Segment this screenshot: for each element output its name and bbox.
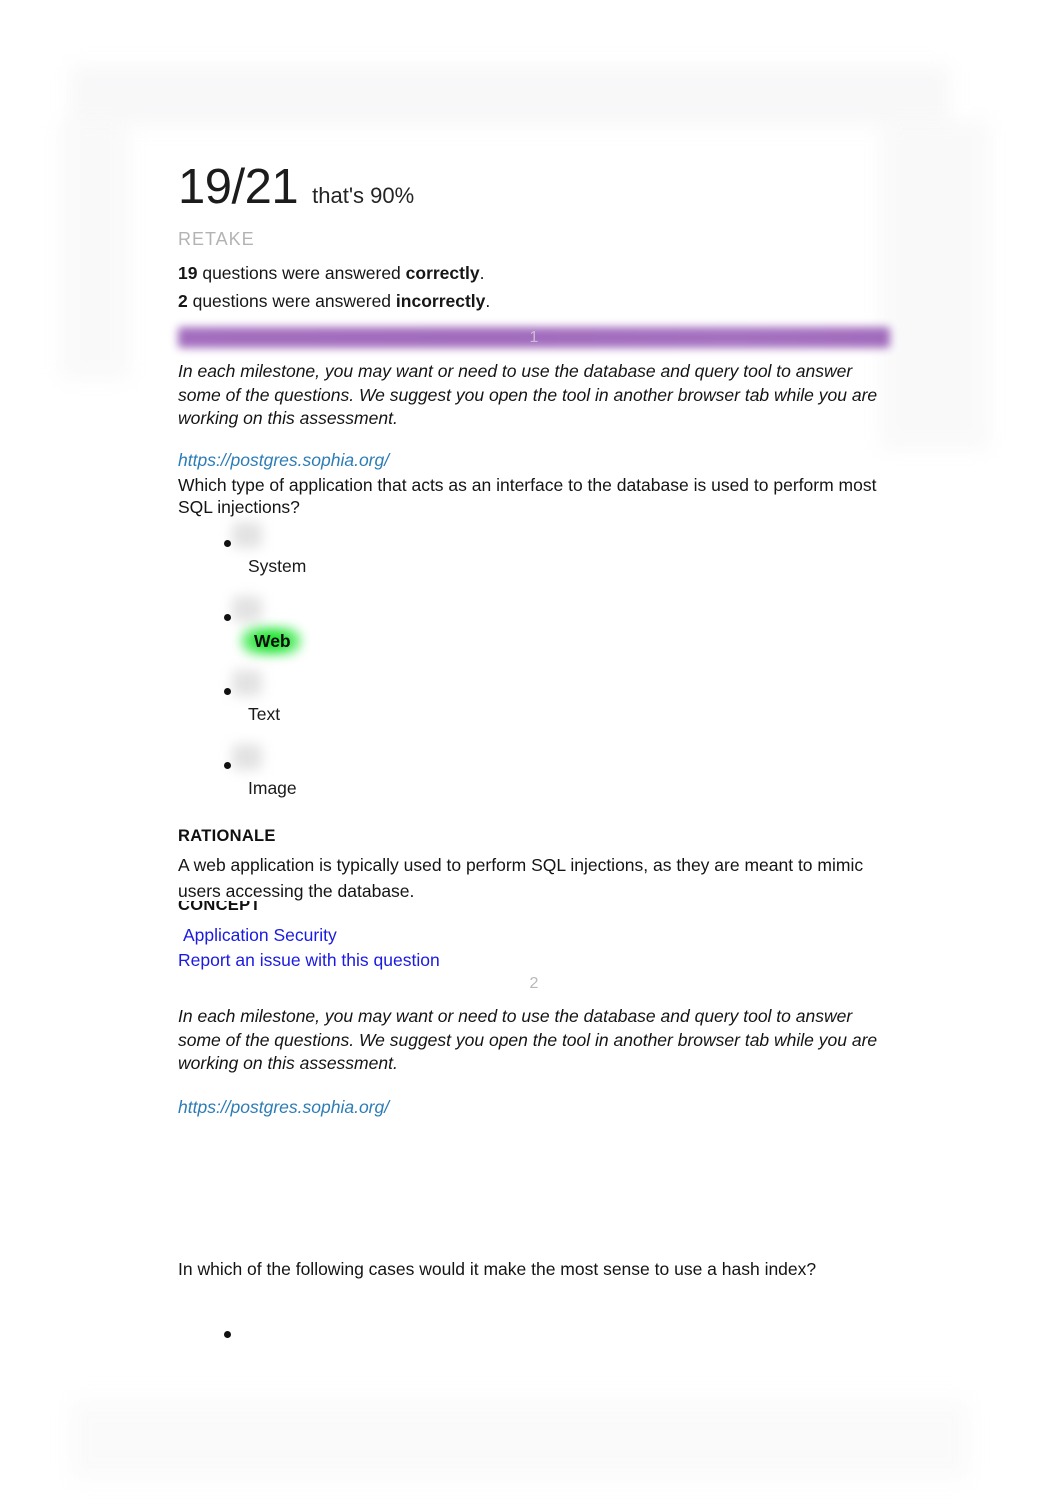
page-artifact-right	[880, 120, 990, 450]
option-label-correct: Web	[254, 631, 291, 651]
concept-link[interactable]: Application Security	[183, 925, 337, 946]
option-label: System	[248, 556, 307, 576]
question-1-banner: 1	[178, 324, 890, 352]
option-item[interactable]: Text	[178, 670, 878, 756]
question-1-postgres-link[interactable]: https://postgres.sophia.org/	[178, 450, 389, 471]
radio-button-icon[interactable]	[232, 670, 262, 696]
rationale-body: A web application is typically used to p…	[178, 855, 864, 901]
rationale-heading: RATIONALE	[178, 827, 276, 845]
correct-period: .	[479, 263, 485, 283]
option-item[interactable]: Web	[178, 596, 878, 682]
page-artifact-left	[60, 120, 130, 380]
question-1-prompt: Which type of application that acts as a…	[178, 475, 877, 517]
incorrect-count-text: questions were answered	[187, 291, 396, 311]
question-1-number: 1	[529, 329, 539, 346]
incorrect-count-value: 2	[178, 291, 188, 311]
bullet-icon	[224, 1331, 231, 1338]
correct-count-line: 19 questions were answered correctly.	[178, 263, 484, 284]
option-item[interactable]: System	[178, 522, 878, 608]
correct-count-value: 19	[178, 263, 198, 283]
radio-button-icon[interactable]	[232, 522, 262, 548]
question-1-options: System Web Text Image	[178, 522, 878, 830]
report-issue-link[interactable]: Report an issue with this question	[178, 950, 440, 971]
correct-count-text: questions were answered	[197, 263, 406, 283]
option-item[interactable]	[178, 1325, 878, 1399]
option-label: Image	[248, 778, 297, 798]
concept-heading: CONCEPT	[178, 901, 261, 918]
score-percentage-caption: that's 90%	[312, 183, 415, 208]
bullet-icon	[224, 540, 231, 547]
question-2-number: 2	[529, 975, 539, 992]
question-1-milestone-note: In each milestone, you may want or need …	[178, 361, 878, 428]
score-header: 19/21 that's 90%	[178, 163, 414, 212]
option-label: Text	[248, 704, 281, 724]
question-2-milestone-note: In each milestone, you may want or need …	[178, 1006, 878, 1073]
page-artifact-top	[70, 66, 950, 126]
option-item[interactable]: Image	[178, 744, 878, 830]
question-2-prompt: In which of the following cases would it…	[178, 1259, 817, 1279]
question-2-options	[178, 1325, 878, 1399]
incorrect-period: .	[485, 291, 491, 311]
page-artifact-bottom	[70, 1400, 970, 1480]
incorrect-word: incorrectly	[395, 291, 486, 311]
correct-word: correctly	[405, 263, 480, 283]
bullet-icon	[224, 688, 231, 695]
incorrect-count-line: 2 questions were answered incorrectly.	[178, 291, 490, 312]
concept-heading-text: CONCEPT	[178, 901, 261, 914]
radio-button-icon[interactable]	[232, 596, 262, 622]
question-2-postgres-link[interactable]: https://postgres.sophia.org/	[178, 1097, 389, 1118]
retake-button[interactable]: RETAKE	[178, 229, 255, 250]
bullet-icon	[224, 762, 231, 769]
score-value: 19/21	[178, 160, 299, 214]
bullet-icon	[224, 614, 231, 621]
radio-button-icon[interactable]	[232, 744, 262, 770]
